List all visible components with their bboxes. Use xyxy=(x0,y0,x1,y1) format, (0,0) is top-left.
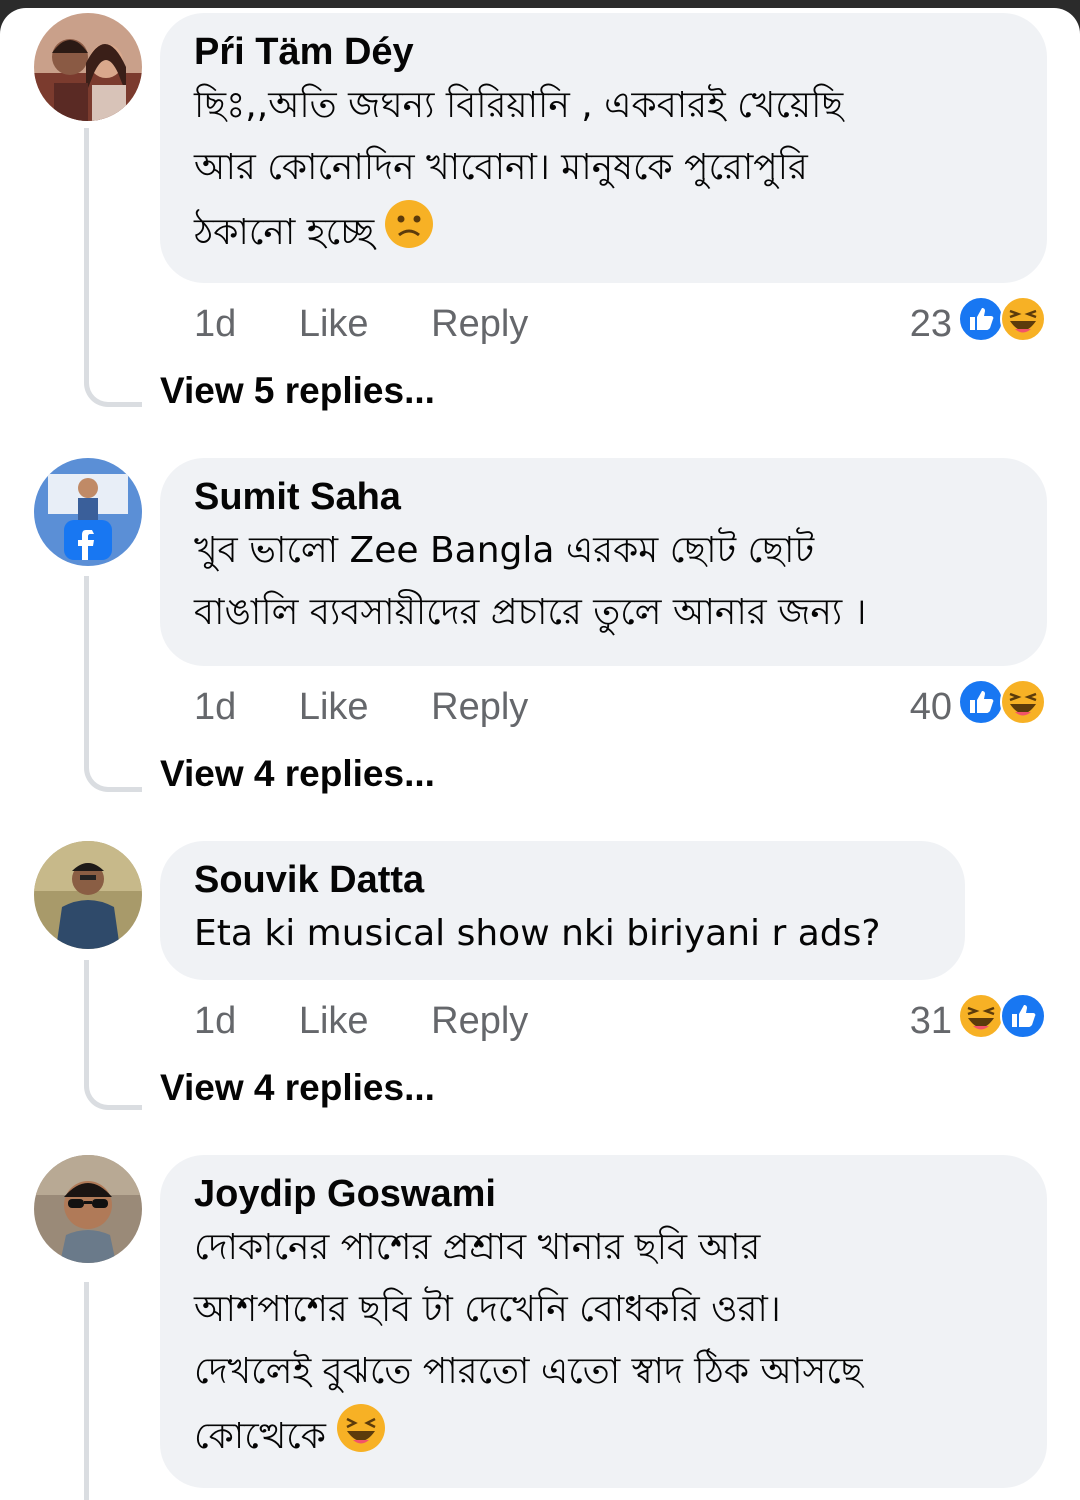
comment-line: ছিঃ,,অতি জঘন্য বিরিয়ানি , একবারই খেয়েছ… xyxy=(194,85,844,126)
comment-bubble: Sumit Saha খুব ভালো Zee Bangla এরকম ছোট … xyxy=(160,458,1047,666)
haha-icon xyxy=(1000,679,1046,735)
reply-button[interactable]: Reply xyxy=(431,1000,528,1042)
avatar-souvik-datta[interactable] xyxy=(34,841,142,949)
comment-text: ছিঃ,,অতি জঘন্য বিরিয়ানি , একবারই খেয়েছ… xyxy=(194,75,1013,269)
thread-line xyxy=(84,576,142,792)
like-button[interactable]: Like xyxy=(299,1000,369,1042)
comment-line-text: ঠকানো হচ্ছে xyxy=(194,212,375,253)
like-icon xyxy=(958,679,1004,735)
comment-author[interactable]: Sumit Saha xyxy=(194,474,1013,520)
avatar-joydip-goswami[interactable] xyxy=(34,1155,142,1263)
comment-bubble: Pŕi Täm Déy ছিঃ,,অতি জঘন্য বিরিয়ানি , এ… xyxy=(160,13,1047,283)
comment-line: আশপাশের ছবি টা দেখেনি বোধকরি ওরা। xyxy=(194,1289,781,1330)
view-replies-link[interactable]: View 5 replies... xyxy=(160,370,435,412)
avatar-sumit-saha[interactable] xyxy=(34,458,142,566)
comment-time[interactable]: 1d xyxy=(194,686,236,728)
comment-line-text: কোত্থেকে xyxy=(194,1416,326,1457)
thread-line xyxy=(84,960,142,1110)
view-replies-link[interactable]: View 4 replies... xyxy=(160,1067,435,1109)
laughing-face-emoji-icon xyxy=(336,1403,386,1473)
view-replies-link[interactable]: View 4 replies... xyxy=(160,753,435,795)
comment-line: বাঙালি ব্যবসায়ীদের প্রচারে তুলে আনার জন… xyxy=(194,592,867,633)
haha-icon xyxy=(958,993,1004,1049)
comment-line: আর কোনোদিন খাবোনা। মানুষকে পুরোপুরি xyxy=(194,147,808,188)
avatar-pri-tam-dey[interactable] xyxy=(34,13,142,121)
comment-author[interactable]: Joydip Goswami xyxy=(194,1171,1013,1217)
comment-bubble: Joydip Goswami দোকানের পাশের প্রশ্রাব খা… xyxy=(160,1155,1047,1488)
like-icon xyxy=(958,296,1004,352)
comment-author[interactable]: Souvik Datta xyxy=(194,857,931,903)
comment-line: কোত্থেকে xyxy=(194,1403,1013,1473)
comment-text: Eta ki musical show nki biriyani r ads? xyxy=(194,903,931,965)
comment-line: দেখলেই বুঝতে পারতো এতো স্বাদ ঠিক আসছে xyxy=(194,1351,863,1392)
comment-author[interactable]: Pŕi Täm Déy xyxy=(194,29,1013,75)
reaction-count: 40 xyxy=(909,685,952,728)
thread-line xyxy=(84,1282,142,1500)
comment-bubble: Souvik Datta Eta ki musical show nki bir… xyxy=(160,841,965,980)
comment-actions: 1d Like Reply xyxy=(194,684,580,730)
reaction-summary[interactable]: 23 xyxy=(910,296,1046,352)
haha-icon xyxy=(1000,296,1046,352)
comment-actions: 1d Like Reply xyxy=(194,301,580,347)
comment-line: Eta ki musical show nki biriyani r ads? xyxy=(194,913,881,954)
comment-line: ঠকানো হচ্ছে xyxy=(194,199,1013,269)
comment-time[interactable]: 1d xyxy=(194,303,236,345)
reaction-count: 31 xyxy=(909,999,952,1042)
reaction-summary[interactable]: 40 xyxy=(910,679,1046,735)
frowning-face-emoji-icon xyxy=(384,199,434,269)
like-icon xyxy=(1000,993,1046,1049)
thread-line xyxy=(84,128,142,407)
comments-panel: Pŕi Täm Déy ছিঃ,,অতি জঘন্য বিরিয়ানি , এ… xyxy=(0,8,1080,1500)
reply-button[interactable]: Reply xyxy=(431,303,528,345)
reaction-summary[interactable]: 31 xyxy=(910,993,1046,1049)
comment-actions: 1d Like Reply xyxy=(194,998,580,1044)
like-button[interactable]: Like xyxy=(299,303,369,345)
comment-line: খুব ভালো Zee Bangla এরকম ছোট ছোট xyxy=(194,530,815,571)
reply-button[interactable]: Reply xyxy=(431,686,528,728)
comment-text: দোকানের পাশের প্রশ্রাব খানার ছবি আর আশপা… xyxy=(194,1217,1013,1473)
like-button[interactable]: Like xyxy=(299,686,369,728)
reaction-count: 23 xyxy=(909,302,952,345)
comment-text: খুব ভালো Zee Bangla এরকম ছোট ছোট বাঙালি … xyxy=(194,520,1013,644)
comment-line: দোকানের পাশের প্রশ্রাব খানার ছবি আর xyxy=(194,1227,761,1268)
comment-time[interactable]: 1d xyxy=(194,1000,236,1042)
